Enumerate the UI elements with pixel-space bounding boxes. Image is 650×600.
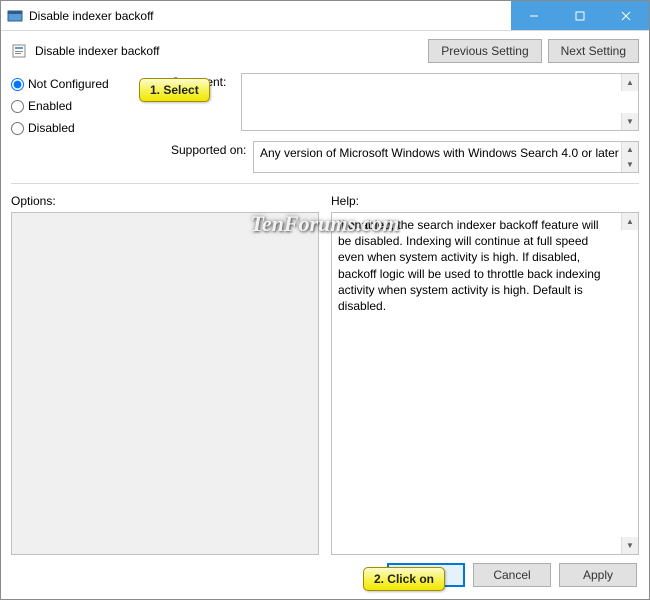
supported-text: Any version of Microsoft Windows with Wi…	[260, 146, 619, 160]
callout-select: 1. Select	[139, 78, 210, 102]
subheader: Disable indexer backoff Previous Setting…	[1, 31, 649, 67]
apply-button[interactable]: Apply	[559, 563, 637, 587]
comment-area: Comment: ▲ ▼ Supported on: Any version o…	[171, 73, 639, 173]
window-title: Disable indexer backoff	[29, 9, 511, 23]
help-column: Help: If enabled, the search indexer bac…	[331, 192, 639, 555]
policy-title: Disable indexer backoff	[35, 44, 428, 58]
radio-disabled[interactable]: Disabled	[11, 121, 171, 135]
radio-not-configured-input[interactable]	[11, 78, 24, 91]
scroll-up-icon[interactable]: ▲	[621, 74, 638, 91]
help-label: Help:	[331, 192, 639, 212]
options-panel	[11, 212, 319, 555]
config-row: Not Configured Enabled Disabled 1. Selec…	[1, 67, 649, 175]
comment-textbox[interactable]: ▲ ▼	[241, 73, 639, 131]
supported-textbox: Any version of Microsoft Windows with Wi…	[253, 141, 639, 173]
scroll-down-icon[interactable]: ▼	[621, 537, 638, 554]
cancel-button[interactable]: Cancel	[473, 563, 551, 587]
radio-enabled-label: Enabled	[28, 99, 72, 113]
close-button[interactable]	[603, 1, 649, 30]
scroll-down-icon[interactable]: ▼	[621, 157, 638, 172]
previous-setting-button[interactable]: Previous Setting	[428, 39, 541, 63]
footer: 2. Click on OK Cancel Apply	[1, 555, 649, 599]
maximize-button[interactable]	[557, 1, 603, 30]
callout-clickon: 2. Click on	[363, 567, 445, 591]
panels-row: Options: Help: If enabled, the search in…	[1, 188, 649, 555]
radio-enabled-input[interactable]	[11, 100, 24, 113]
policy-icon	[11, 43, 27, 59]
scroll-up-icon[interactable]: ▲	[621, 142, 638, 157]
radio-not-configured-label: Not Configured	[28, 77, 109, 91]
radio-disabled-label: Disabled	[28, 121, 75, 135]
help-scroll: ▲ ▼	[621, 213, 638, 554]
minimize-button[interactable]	[511, 1, 557, 30]
titlebar: Disable indexer backoff	[1, 1, 649, 31]
window-controls	[511, 1, 649, 30]
state-radio-group: Not Configured Enabled Disabled 1. Selec…	[11, 73, 171, 173]
help-panel: If enabled, the search indexer backoff f…	[331, 212, 639, 555]
scroll-up-icon[interactable]: ▲	[621, 213, 638, 230]
app-icon	[7, 8, 23, 24]
help-text: If enabled, the search indexer backoff f…	[338, 217, 632, 314]
dialog-window: Disable indexer backoff Disable indexer …	[0, 0, 650, 600]
next-setting-button[interactable]: Next Setting	[548, 39, 639, 63]
options-label: Options:	[11, 192, 319, 212]
options-column: Options:	[11, 192, 319, 555]
radio-disabled-input[interactable]	[11, 122, 24, 135]
scroll-down-icon[interactable]: ▼	[621, 113, 638, 130]
comment-scroll: ▲ ▼	[621, 74, 638, 130]
supported-label: Supported on:	[171, 141, 253, 173]
supported-scroll: ▲ ▼	[621, 142, 638, 172]
divider	[11, 183, 639, 184]
